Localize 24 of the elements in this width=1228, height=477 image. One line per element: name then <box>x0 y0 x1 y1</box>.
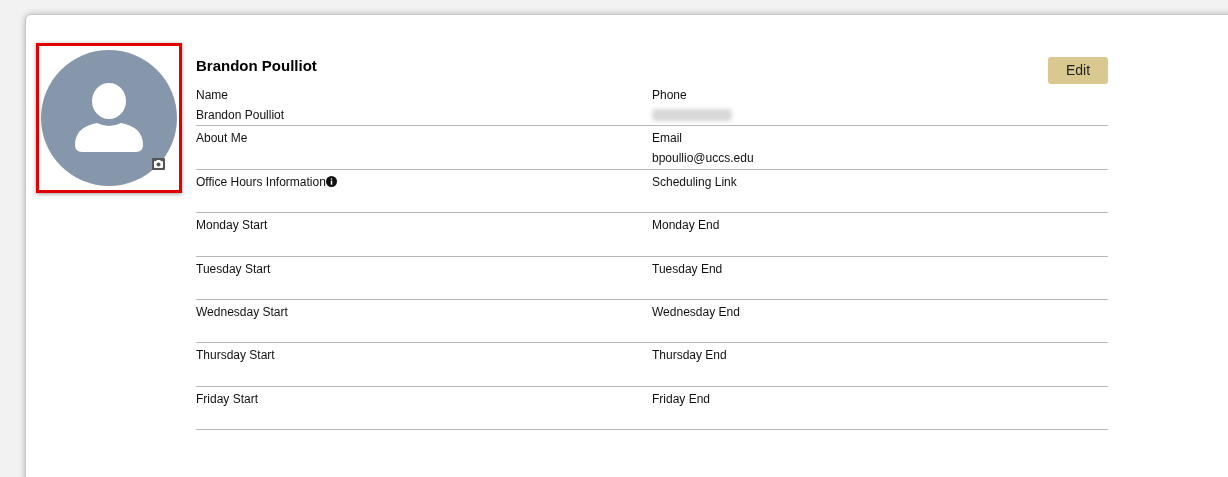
field-label: Thursday Start <box>196 347 275 365</box>
field-label: Thursday End <box>652 347 727 365</box>
field-value: bpoullio@uccs.edu <box>652 150 754 168</box>
avatar-frame[interactable] <box>36 43 182 193</box>
camera-icon[interactable] <box>152 158 165 170</box>
field-label: Monday End <box>652 217 720 235</box>
field-label: Friday Start <box>196 390 258 408</box>
info-icon[interactable] <box>325 176 337 188</box>
field-label: Email <box>652 130 682 148</box>
profile-heading: Brandon Poulliot <box>196 56 317 76</box>
field-label: Tuesday End <box>652 260 723 278</box>
field-label: Tuesday Start <box>196 260 271 278</box>
field-label: Monday Start <box>196 217 268 235</box>
field-label: About Me <box>196 130 248 148</box>
avatar-icon <box>41 50 177 186</box>
field-label: Phone <box>652 87 687 104</box>
field-label: Friday End <box>652 390 711 408</box>
field-label: Wednesday Start <box>196 303 288 321</box>
field-label: Wednesday End <box>652 303 740 321</box>
field-value: Brandon Poulliot <box>196 107 285 124</box>
edit-button[interactable]: Edit <box>1048 57 1108 84</box>
field-label: Scheduling Link <box>652 173 737 191</box>
field-label: Name <box>196 87 228 104</box>
field-label: Office Hours Information <box>196 173 326 191</box>
